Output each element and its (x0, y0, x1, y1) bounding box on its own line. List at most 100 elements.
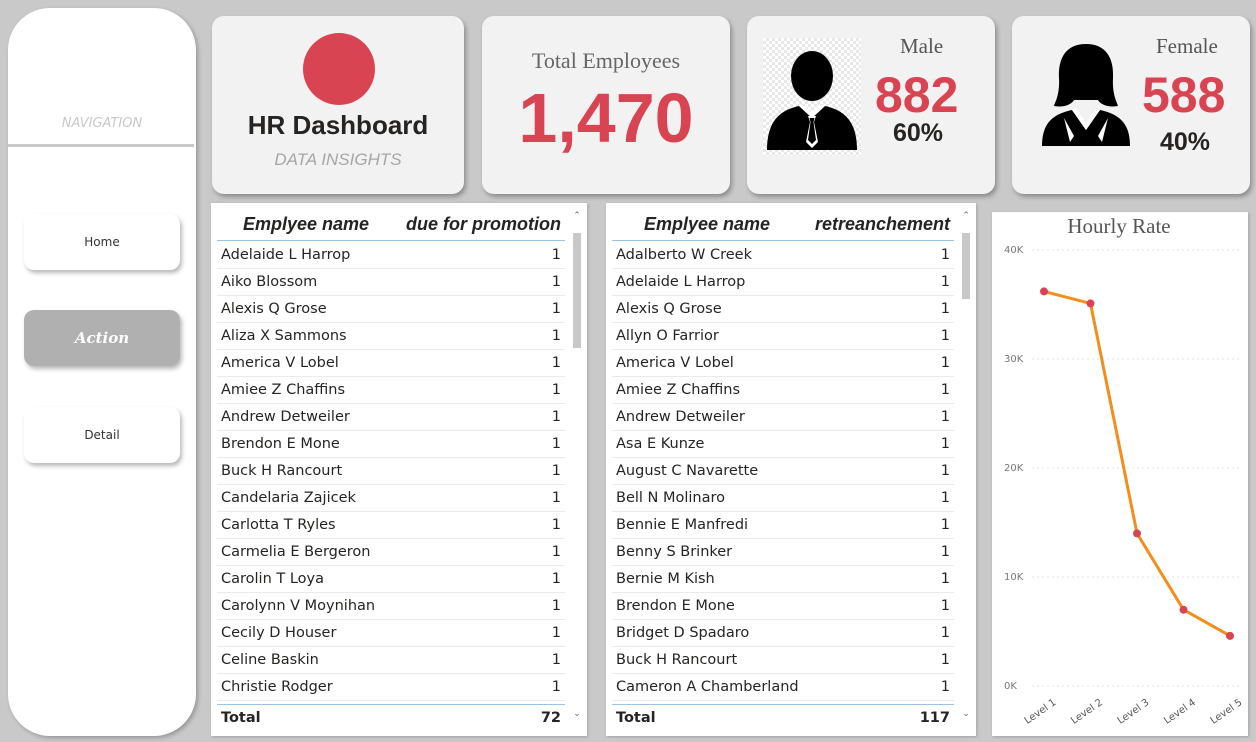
table-row[interactable]: Cecily D Houser 1 (217, 620, 565, 647)
total-label: Total (221, 710, 261, 726)
scroll-up-icon[interactable]: ⌃ (961, 211, 971, 221)
table-row[interactable]: Alexis Q Grose 1 (217, 296, 565, 323)
table-row[interactable]: Carmelia E Bergeron 1 (217, 539, 565, 566)
table-row[interactable]: Aliza X Sammons 1 (217, 323, 565, 350)
female-label: Female (1156, 34, 1218, 58)
table-row[interactable]: Buck H Rancourt 1 (217, 458, 565, 485)
scrollbar-thumb[interactable] (962, 233, 970, 299)
data-point[interactable] (1086, 299, 1095, 308)
table-row[interactable]: Carolin T Loya 1 (217, 566, 565, 593)
table-row[interactable]: Adelaide L Harrop 1 (612, 269, 954, 296)
table-row[interactable]: Amiee Z Chaffins 1 (612, 377, 954, 404)
employee-name-cell: Buck H Rancourt (616, 652, 738, 668)
detail-button[interactable]: Detail (24, 407, 180, 463)
logo-circle (303, 33, 375, 105)
count-cell: 1 (551, 571, 561, 587)
table-row[interactable]: Brendon E Mone 1 (612, 593, 954, 620)
retrenchment-table-scrollbar[interactable]: ⌃ ⌄ (961, 211, 971, 719)
table-row[interactable]: Buck H Rancourt 1 (612, 647, 954, 674)
employee-name-cell: Carmelia E Bergeron (221, 544, 371, 560)
employee-name-cell: Cecily D Houser (221, 625, 337, 641)
count-cell: 1 (940, 436, 950, 452)
count-cell: 1 (551, 544, 561, 560)
table-row[interactable]: Carlotta T Ryles 1 (217, 512, 565, 539)
employee-name-cell: Aiko Blossom (221, 274, 318, 290)
table-row[interactable]: Candelaria Zajicek 1 (217, 485, 565, 512)
employee-name-cell: Aliza X Sammons (221, 328, 347, 344)
retrenchment-table-body: Adalberto W Creek 1 Adelaide L Harrop 1 Alex… (612, 242, 954, 704)
table-row[interactable]: Adalberto W Creek 1 (612, 242, 954, 269)
table-row[interactable]: America V Lobel 1 (612, 350, 954, 377)
table-row[interactable]: Alexis Q Grose 1 (612, 296, 954, 323)
table-row[interactable]: Allyn O Farrior 1 (612, 323, 954, 350)
count-cell: 1 (940, 517, 950, 533)
retrenchment-table: Emplyee name retreanchement Adalberto W … (606, 203, 976, 736)
table-row[interactable]: Asa E Kunze 1 (612, 431, 954, 458)
count-cell: 1 (551, 436, 561, 452)
employee-name-cell: Benny S Brinker (616, 544, 733, 560)
scroll-up-icon[interactable]: ⌃ (572, 211, 582, 221)
female-percent: 40% (1160, 128, 1211, 156)
count-cell: 1 (940, 652, 950, 668)
count-cell: 1 (940, 463, 950, 479)
table-row[interactable]: America V Lobel 1 (217, 350, 565, 377)
total-employees-card: Total Employees 1,470 (482, 16, 730, 194)
employee-name-cell: Brendon E Mone (221, 436, 340, 452)
male-label: Male (900, 34, 944, 58)
data-point[interactable] (1179, 605, 1188, 614)
employee-name-cell: Amiee Z Chaffins (221, 382, 346, 398)
total-value: 72 (540, 710, 561, 726)
column-header-due-for-promotion[interactable]: due for promotion (406, 214, 561, 235)
column-header-retrenchment[interactable]: retreanchement (815, 214, 950, 235)
employee-name-cell: Carlotta T Ryles (221, 517, 336, 533)
female-count: 588 (1142, 67, 1226, 123)
employee-name-cell: Allyn O Farrior (616, 328, 719, 344)
scroll-down-icon[interactable]: ⌄ (961, 709, 971, 719)
employee-name-cell: Adalberto W Creek (616, 247, 752, 263)
scroll-down-icon[interactable]: ⌄ (572, 709, 582, 719)
table-row[interactable]: Aiko Blossom 1 (217, 269, 565, 296)
table-row[interactable]: Bennie E Manfredi 1 (612, 512, 954, 539)
promotion-table-header: Emplyee name due for promotion (217, 203, 565, 241)
navigation-title: NAVIGATION (61, 116, 143, 131)
employee-name-cell: Cameron A Chamberland (616, 679, 799, 695)
data-point[interactable] (1226, 631, 1234, 640)
action-button[interactable]: Action (24, 310, 180, 366)
female-card: Female 588 40% (1012, 16, 1250, 194)
table-row[interactable]: Adelaide L Harrop 1 (217, 242, 565, 269)
table-row[interactable]: Bernie M Kish 1 (612, 566, 954, 593)
table-row[interactable]: Brendon E Mone 1 (217, 431, 565, 458)
count-cell: 1 (551, 652, 561, 668)
count-cell: 1 (551, 463, 561, 479)
x-tick-label: Level 5 (1209, 697, 1245, 727)
table-row[interactable]: Benny S Brinker 1 (612, 539, 954, 566)
employee-name-cell: Bell N Molinaro (616, 490, 726, 506)
employee-name-cell: Alexis Q Grose (221, 301, 327, 317)
table-row[interactable]: Andrew Detweiler 1 (217, 404, 565, 431)
table-row[interactable]: Amiee Z Chaffins 1 (217, 377, 565, 404)
count-cell: 1 (940, 274, 950, 290)
employee-name-cell: Andrew Detweiler (221, 409, 350, 425)
promotion-table-body: Adelaide L Harrop 1 Aiko Blossom 1 Alexis Q … (217, 242, 565, 704)
table-row[interactable]: Celine Baskin 1 (217, 647, 565, 674)
navigation-panel: NAVIGATION Home Action Detail (8, 8, 196, 736)
table-row[interactable]: Carolynn V Moynihan 1 (217, 593, 565, 620)
column-header-employee-name[interactable]: Emplyee name (644, 214, 770, 235)
count-cell: 1 (940, 625, 950, 641)
table-row[interactable]: Bell N Molinaro 1 (612, 485, 954, 512)
promotion-table-scrollbar[interactable]: ⌃ ⌄ (572, 211, 582, 719)
employee-name-cell: Amiee Z Chaffins (616, 382, 741, 398)
page-subtitle: DATA INSIGHTS (274, 150, 402, 169)
table-row[interactable]: Andrew Detweiler 1 (612, 404, 954, 431)
male-person-icon (763, 38, 861, 156)
column-header-employee-name[interactable]: Emplyee name (243, 214, 369, 235)
home-button[interactable]: Home (24, 214, 180, 270)
table-row[interactable]: August C Navarette 1 (612, 458, 954, 485)
table-row[interactable]: Cameron A Chamberland 1 (612, 674, 954, 701)
data-point[interactable] (1133, 529, 1141, 538)
count-cell: 1 (551, 517, 561, 533)
table-row[interactable]: Christie Rodger 1 (217, 674, 565, 701)
data-point[interactable] (1040, 287, 1048, 296)
table-row[interactable]: Bridget D Spadaro 1 (612, 620, 954, 647)
scrollbar-thumb[interactable] (573, 233, 581, 348)
